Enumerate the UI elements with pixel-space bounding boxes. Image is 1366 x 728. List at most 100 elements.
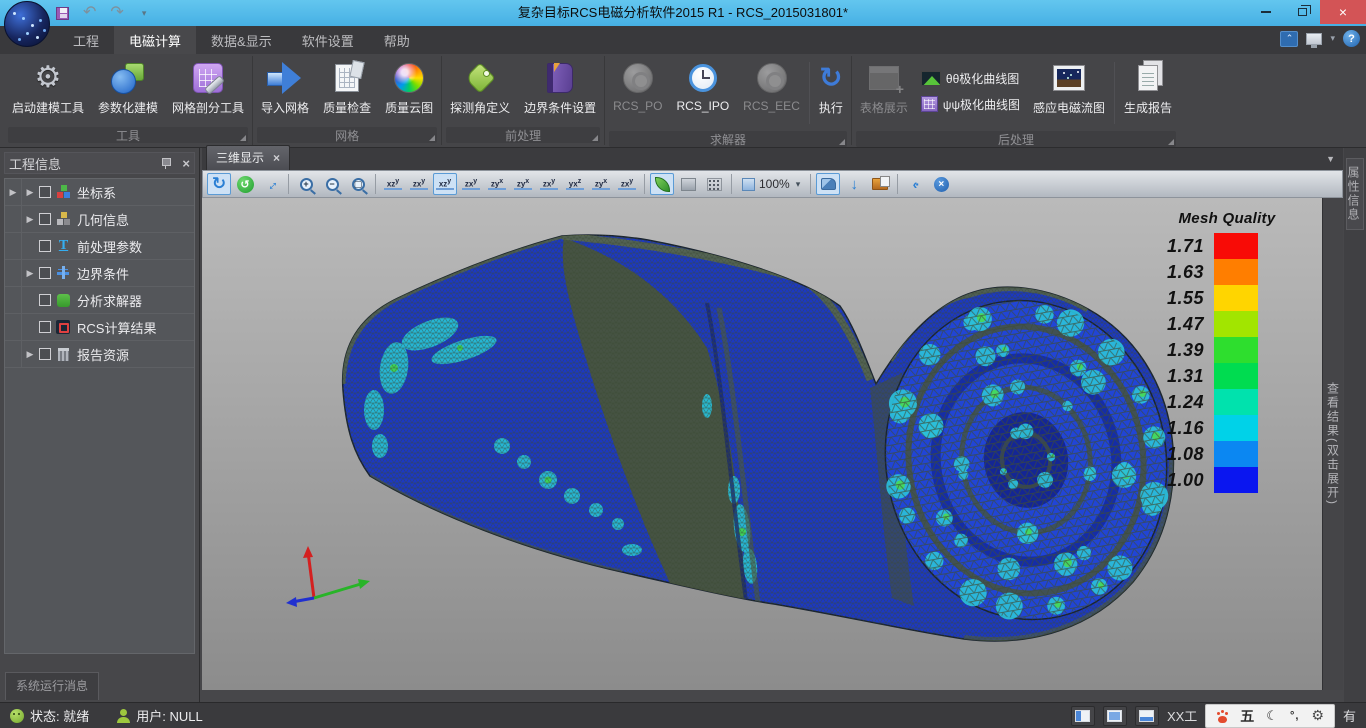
execute-button[interactable]: ↻执行 [812, 56, 850, 116]
mesh-partition-tool-button[interactable]: 网格剖分工具 [165, 56, 251, 116]
close-view-button[interactable]: × [929, 173, 953, 195]
ime-settings-gear-icon[interactable]: ⚙ [1311, 707, 1324, 724]
table-display-button[interactable]: 表格展示 [853, 56, 915, 116]
view-orientation-button-zxy[interactable]: zxy [459, 173, 483, 195]
tree-item-checkbox[interactable] [39, 294, 51, 306]
tree-item-label[interactable]: 边界条件 [77, 264, 129, 283]
dialog-launcher-icon[interactable] [592, 135, 598, 141]
detection-angle-button[interactable]: 探测角定义 [443, 56, 517, 116]
pick-center-button[interactable] [816, 173, 840, 195]
boundary-condition-settings-button[interactable]: 边界条件设置 [517, 56, 603, 116]
tree-item-label[interactable]: 前处理参数 [77, 237, 142, 256]
rotate-view-button[interactable]: ↻ [207, 173, 231, 195]
property-info-tab[interactable]: 属性信息 [1346, 158, 1364, 230]
tree-item-checkbox[interactable] [39, 186, 51, 198]
panel-close-icon[interactable]: × [182, 156, 190, 171]
dialog-launcher-icon[interactable] [429, 135, 435, 141]
share-button[interactable]: ‹· [903, 173, 927, 195]
arrow-down-button[interactable]: ↓ [842, 173, 866, 195]
pin-icon[interactable] [161, 157, 170, 169]
tree-item-label[interactable]: RCS计算结果 [77, 318, 156, 337]
view-orientation-button-zxy[interactable]: zxy [407, 173, 431, 195]
tab-data-display[interactable]: 数据&显示 [196, 26, 287, 54]
tree-item-coord[interactable]: ▶▶ 坐标系 [5, 179, 194, 206]
tree-item-geom[interactable]: ▶ 几何信息 [5, 206, 194, 233]
quality-check-button[interactable]: 质量检查 [316, 56, 378, 116]
layout-left-panel-button[interactable] [1071, 706, 1095, 726]
zoom-percent-control[interactable]: 100% ▾ [737, 173, 805, 195]
tab-settings[interactable]: 软件设置 [287, 26, 369, 54]
ime-moon-icon[interactable]: ☾ [1266, 708, 1278, 724]
ime-punctuation-icon[interactable]: °, [1290, 710, 1299, 722]
induced-current-map-button[interactable]: 感应电磁流图 [1026, 56, 1112, 116]
rcs-ipo-button[interactable]: RCS_IPO [669, 56, 736, 113]
refresh-view-button[interactable]: ↺ [233, 173, 257, 195]
app-logo[interactable] [4, 1, 50, 47]
quality-cloud-map-button[interactable]: 质量云图 [378, 56, 440, 116]
tab-3d-display[interactable]: 三维显示 × [206, 145, 290, 170]
view-orientation-button-zyx[interactable]: zyx [485, 173, 509, 195]
shaded-mode-button[interactable] [650, 173, 674, 195]
tree-item-label[interactable]: 报告资源 [77, 345, 129, 364]
theta-polarization-curve-button[interactable]: θθ极化曲线图 [921, 70, 1020, 87]
tab-project[interactable]: 工程 [58, 26, 114, 54]
zoom-out-button[interactable]: − [320, 173, 344, 195]
tab-list-dropdown-icon[interactable]: ▼ [1326, 154, 1335, 164]
zoom-fit-button[interactable]: ▢ [346, 173, 370, 195]
view-orientation-button-xzy[interactable]: xzy [433, 173, 457, 195]
layout-bottom-panel-button[interactable] [1135, 706, 1159, 726]
tree-item-checkbox[interactable] [39, 267, 51, 279]
display-style-dropdown-icon[interactable]: ▾ [1330, 33, 1335, 44]
tab-close-icon[interactable]: × [273, 151, 280, 165]
tree-root-expander[interactable] [5, 314, 22, 340]
help-button[interactable]: ? [1343, 30, 1360, 47]
save-icon[interactable] [56, 7, 69, 20]
tree-item-label[interactable]: 几何信息 [77, 210, 129, 229]
tree-expander-icon[interactable]: ▶ [22, 349, 38, 360]
dialog-launcher-icon[interactable] [240, 135, 246, 141]
system-messages-tab[interactable]: 系统运行消息 [5, 672, 99, 700]
launch-modeler-button[interactable]: ⚙启动建模工具 [5, 56, 91, 116]
dialog-launcher-icon[interactable] [1168, 139, 1174, 145]
tree-item-solver[interactable]: 分析求解器 [5, 287, 194, 314]
parametric-modeling-button[interactable]: 参数化建模 [91, 56, 165, 116]
view-orientation-button-yxz[interactable]: yxz [563, 173, 587, 195]
rcs-po-button[interactable]: RCS_PO [606, 56, 669, 113]
tree-root-expander[interactable] [5, 341, 22, 367]
tree-root-expander[interactable]: ▶ [5, 179, 22, 205]
wireframe-mode-button[interactable] [676, 173, 700, 195]
tree-item-report[interactable]: ▶ 报告资源 [5, 341, 194, 368]
tree-item-checkbox[interactable] [39, 348, 51, 360]
points-mode-button[interactable] [702, 173, 726, 195]
tree-item-rcs[interactable]: RCS计算结果 [5, 314, 194, 341]
tree-root-expander[interactable] [5, 233, 22, 259]
tree-item-label[interactable]: 分析求解器 [77, 291, 142, 310]
tree-root-expander[interactable] [5, 206, 22, 232]
psi-polarization-curve-button[interactable]: ψψ极化曲线图 [921, 96, 1020, 113]
tree-expander-icon[interactable]: ▶ [22, 187, 38, 198]
view-orientation-button-zyx[interactable]: zyx [511, 173, 535, 195]
dialog-launcher-icon[interactable] [839, 139, 845, 145]
rcs-eec-button[interactable]: RCS_EEC [736, 56, 807, 113]
3d-viewport[interactable]: Mesh Quality 1.711.631.551.471.391.311.2… [202, 198, 1322, 690]
tree-item-bc[interactable]: ▶边界条件 [5, 260, 194, 287]
view-orientation-button-zxy[interactable]: zxy [537, 173, 561, 195]
pan-view-button[interactable]: ↔ [259, 173, 283, 195]
tree-item-label[interactable]: 坐标系 [77, 183, 116, 202]
view-orientation-button-zyx[interactable]: zyx [589, 173, 613, 195]
tab-em-computation[interactable]: 电磁计算 [114, 26, 196, 54]
tree-expander-icon[interactable]: ▶ [22, 214, 38, 225]
close-button[interactable]: × [1320, 0, 1366, 24]
generate-report-button[interactable]: 生成报告 [1117, 56, 1179, 116]
minimize-button[interactable] [1248, 0, 1284, 24]
qat-dropdown-icon[interactable]: ▾ [142, 8, 147, 19]
layout-full-panel-button[interactable] [1103, 706, 1127, 726]
tree-item-checkbox[interactable] [39, 240, 51, 252]
import-mesh-button[interactable]: 导入网格 [254, 56, 316, 116]
tree-root-expander[interactable] [5, 260, 22, 286]
undo-icon[interactable]: ↶ [83, 5, 96, 21]
ime-wubi-icon[interactable]: 五 [1240, 706, 1254, 726]
tree-item-checkbox[interactable] [39, 213, 51, 225]
view-orientation-button-zxy[interactable]: zxy [615, 173, 639, 195]
ime-paw-icon[interactable] [1216, 712, 1228, 724]
